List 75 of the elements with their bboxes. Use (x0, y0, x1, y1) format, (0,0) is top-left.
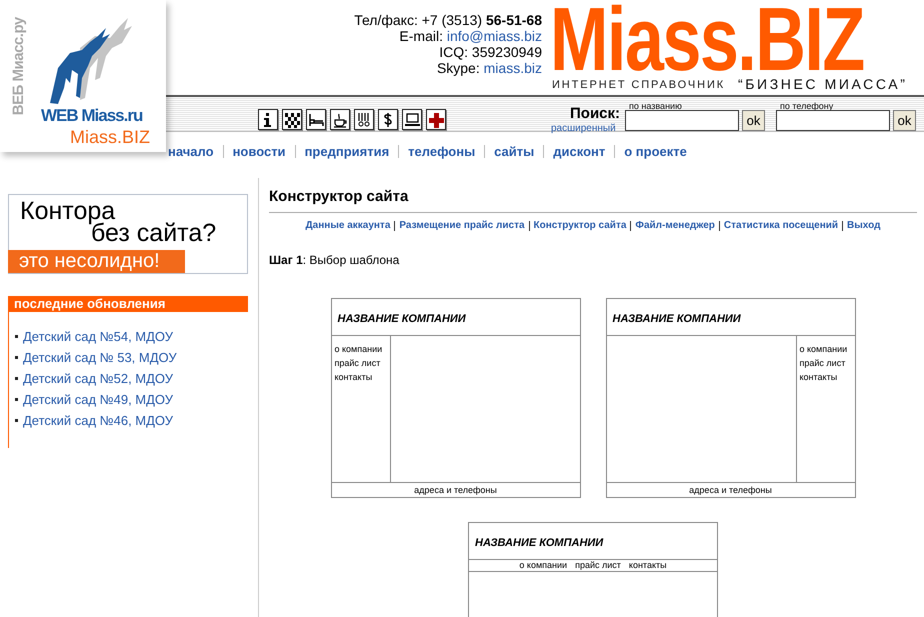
template-menu-item: прайс лист (800, 357, 846, 370)
ok-button[interactable]: ok (893, 110, 916, 131)
template-menu-item: контакты (800, 371, 838, 384)
update-link[interactable]: Детский сад №52, МДОУ (23, 368, 174, 388)
update-link[interactable]: Детский сад №49, МДОУ (23, 390, 174, 410)
bullet-icon (15, 419, 18, 422)
site-subtitle: ИНТЕРНЕТ СПРАВОЧНИК (552, 78, 726, 93)
nav-link[interactable]: предприятия (294, 144, 398, 158)
template-title: НАЗВАНИЕ КОМПАНИИ (606, 299, 854, 336)
template-title: НАЗВАНИЕ КОМПАНИИ (332, 299, 580, 336)
checkered-icon (284, 110, 300, 128)
account-link[interactable]: Статистика посещений (718, 221, 842, 231)
account-link[interactable]: Файл-менеджер (630, 221, 719, 231)
account-link[interactable]: Данные аккаунта (302, 221, 394, 231)
ok-button[interactable]: ok (742, 110, 765, 131)
nav-link[interactable]: дисконт (543, 144, 614, 158)
step-heading: Шаг 1: Выбор шаблона (269, 252, 400, 269)
template-menu-item: о компании (800, 343, 848, 356)
field-label: по названию (629, 100, 682, 113)
template-footer: адреса и телефоны (606, 482, 854, 497)
nav-link[interactable]: начало (168, 144, 223, 158)
laptop-icon (404, 110, 420, 128)
bullet-icon (15, 398, 18, 401)
template-menu-item: о компании (519, 560, 568, 571)
skype-line: Skype: miass.biz (436, 60, 542, 76)
update-link[interactable]: Детский сад №46, МДОУ (23, 410, 174, 430)
bed-button[interactable] (306, 109, 326, 130)
email-line: E-mail: info@miass.biz (398, 28, 542, 44)
advanced-search-link[interactable]: расширенный (551, 121, 616, 136)
search-field[interactable] (625, 110, 739, 131)
field-label: по телефону (780, 100, 834, 113)
account-link[interactable]: Конструктор сайта (528, 221, 630, 231)
medical-cross-icon (428, 110, 444, 128)
email-link[interactable]: info@miass.biz (446, 28, 542, 44)
nav-link[interactable]: новости (222, 144, 295, 158)
page-title: Конструктор сайта (269, 188, 917, 213)
cup-button[interactable] (330, 109, 350, 130)
info-button[interactable] (258, 109, 278, 130)
phone-line: Тел/факс: +7 (3513) 56-51-68 (354, 12, 542, 28)
logo-site-name: WEB Miass.ru (41, 105, 142, 127)
scissors-button[interactable] (354, 109, 374, 130)
search-label: Поиск: (570, 104, 620, 124)
icq-line: ICQ: 359230949 (438, 44, 542, 60)
template-menu-item: контакты (628, 560, 667, 571)
medical-cross-button[interactable] (426, 109, 446, 130)
banner-tagline: это несолидно! (8, 250, 185, 273)
logo-card[interactable]: ВЕБ Миасс.ру WEB Miass.ru Miass.BIZ (0, 0, 166, 152)
bullet-icon (15, 356, 18, 359)
laptop-button[interactable] (402, 109, 422, 130)
template-preview[interactable]: НАЗВАНИЕ КОМПАНИИ о компании прайс лист контакты адреса и телефоны (606, 298, 856, 498)
checkered-button[interactable] (282, 109, 302, 130)
template-menu-item: прайс лист (575, 560, 621, 571)
template-menu-item: контакты (334, 371, 374, 384)
account-link[interactable]: Размещение прайс листа (394, 221, 529, 231)
vertical-logo-text: ВЕБ Миасс.ру (8, 17, 28, 116)
template-preview[interactable]: НАЗВАНИЕ КОМПАНИИ о компании прайс лист контакты (468, 522, 718, 617)
search-field[interactable] (776, 110, 890, 131)
template-footer: адреса и телефоны (332, 482, 580, 497)
nav-link[interactable]: сайты (484, 144, 544, 158)
nav-link[interactable]: о проекте (614, 144, 696, 158)
logo-brand-name: Miass.BIZ (70, 126, 150, 149)
scissors-icon (356, 110, 372, 128)
template-menu-item: прайс лист (334, 357, 382, 370)
dollar-button[interactable] (378, 109, 398, 130)
updates-header: последние обновления (8, 296, 248, 312)
bullet-icon (15, 335, 18, 338)
bullet-icon (15, 377, 18, 380)
template-title: НАЗВАНИЕ КОМПАНИИ (469, 523, 717, 560)
template-menu-item: о компании (334, 343, 384, 356)
update-link[interactable]: Детский сад №54, МДОУ (23, 326, 174, 346)
update-link[interactable]: Детский сад № 53, МДОУ (23, 348, 177, 368)
template-preview[interactable]: НАЗВАНИЕ КОМПАНИИ о компании прайс лист контакты адреса и телефоны (330, 298, 580, 498)
skype-link[interactable]: miass.biz (484, 60, 542, 76)
nav-link[interactable]: телефоны (398, 144, 484, 158)
account-link[interactable]: Выход (842, 221, 884, 231)
